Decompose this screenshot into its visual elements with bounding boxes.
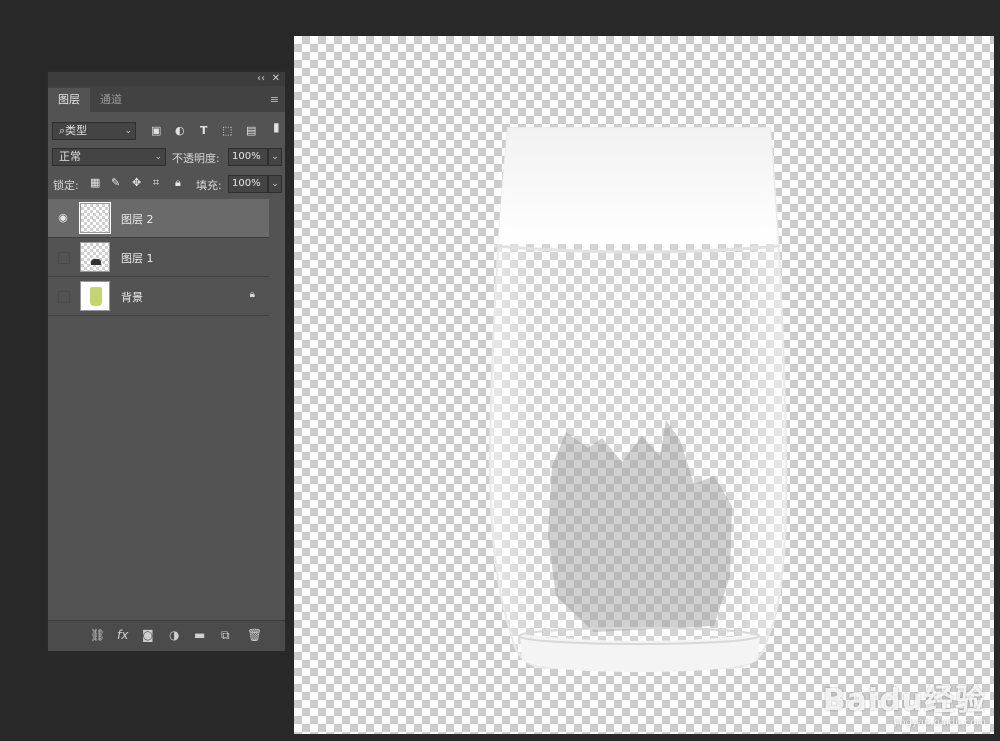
splash-thumbnail-shape [91,259,101,265]
link-icon[interactable]: ⛓ [90,628,105,642]
filter-type-select[interactable]: ⌕类型 ⌄ [52,122,136,140]
smart-object-filter-icon[interactable]: ▤ [246,124,256,137]
layers-panel: ‹‹ ✕ 图层 通道 ≡ ⌕类型 ⌄ ▣ ◐ T ⬚ ▤ ▮ 正常 ⌄ 不透明度… [47,71,286,652]
lock-icon: 🔒︎ [249,289,255,300]
layers-bottom-toolbar: ⛓ fx ◙ ◑ ▬ ⧉ 🗑︎ [48,620,285,651]
fill-label: 填充: [196,179,222,192]
document-canvas[interactable]: Baidu经验 jingyan.baidu.com [294,36,994,734]
new-layer-icon[interactable]: ⧉ [221,628,230,643]
filter-type-value: 类型 [65,124,88,137]
lock-move-icon[interactable]: ✥ [132,176,141,189]
watermark-brand: Baidu经验 [822,683,986,718]
layer-thumbnail [80,281,110,311]
lock-transparent-icon[interactable]: ▦ [90,176,100,189]
layer-thumbnail [79,202,111,234]
trash-icon[interactable]: 🗑︎ [247,628,262,642]
adjustment-filter-icon[interactable]: ◐ [175,124,185,137]
opacity-label: 不透明度: [172,152,220,165]
image-filter-icon[interactable]: ▣ [151,124,161,137]
layer-row[interactable]: 背景 🔒︎ [48,277,269,316]
layer-row[interactable]: ◉ 图层 2 [48,199,269,238]
fill-dropdown[interactable]: ⌄ [268,175,282,193]
filter-toggle-icon[interactable]: ▮ [273,120,280,134]
chevron-down-icon: ⌄ [154,152,162,162]
visibility-toggle[interactable] [58,252,70,264]
lock-row: 锁定: ▦ ✎ ✥ ⌗ 🔒︎ 填充: 100% ⌄ [48,174,285,196]
layer-name[interactable]: 图层 1 [121,250,154,266]
blend-row: 正常 ⌄ 不透明度: 100% ⌄ [48,147,285,169]
lock-all-icon[interactable]: 🔒︎ [175,176,181,190]
tab-layers[interactable]: 图层 [48,88,90,112]
glass-artwork [488,127,788,672]
collapse-icon[interactable]: ‹‹ [257,72,265,86]
lock-artboard-icon[interactable]: ⌗ [153,176,159,190]
eye-icon[interactable]: ◉ [56,211,70,225]
layers-scrollbar[interactable] [270,200,284,614]
shape-filter-icon[interactable]: ⬚ [222,124,232,137]
fx-icon[interactable]: fx [117,628,128,642]
layer-row[interactable]: 图层 1 [48,238,269,277]
filter-row: ⌕类型 ⌄ ▣ ◐ T ⬚ ▤ ▮ [48,120,285,142]
opacity-input[interactable]: 100% [228,148,268,166]
type-filter-icon[interactable]: T [200,124,208,137]
panel-menu-icon[interactable]: ≡ [270,93,279,106]
chevron-down-icon: ⌄ [124,126,132,136]
layer-name[interactable]: 图层 2 [121,211,154,227]
adjustment-icon[interactable]: ◑ [169,628,179,642]
lock-label: 锁定: [53,179,79,192]
opacity-dropdown[interactable]: ⌄ [268,148,282,166]
fill-input[interactable]: 100% [228,175,268,193]
panel-title-bar[interactable]: ‹‹ ✕ [48,72,285,86]
visibility-toggle[interactable] [58,291,70,303]
layer-thumbnail [80,242,110,272]
mask-icon[interactable]: ◙ [142,628,154,642]
blend-mode-value: 正常 [59,150,81,163]
folder-icon[interactable]: ▬ [194,628,205,642]
close-icon[interactable]: ✕ [272,72,280,86]
lock-paint-icon[interactable]: ✎ [111,176,120,189]
blend-mode-select[interactable]: 正常 ⌄ [52,148,166,166]
layer-name[interactable]: 背景 [121,289,143,305]
baidu-watermark: Baidu经验 jingyan.baidu.com [823,675,986,728]
tab-channels[interactable]: 通道 [90,88,132,112]
panel-tabs: 图层 通道 ≡ [48,86,285,112]
glass-thumbnail-shape [90,287,102,306]
